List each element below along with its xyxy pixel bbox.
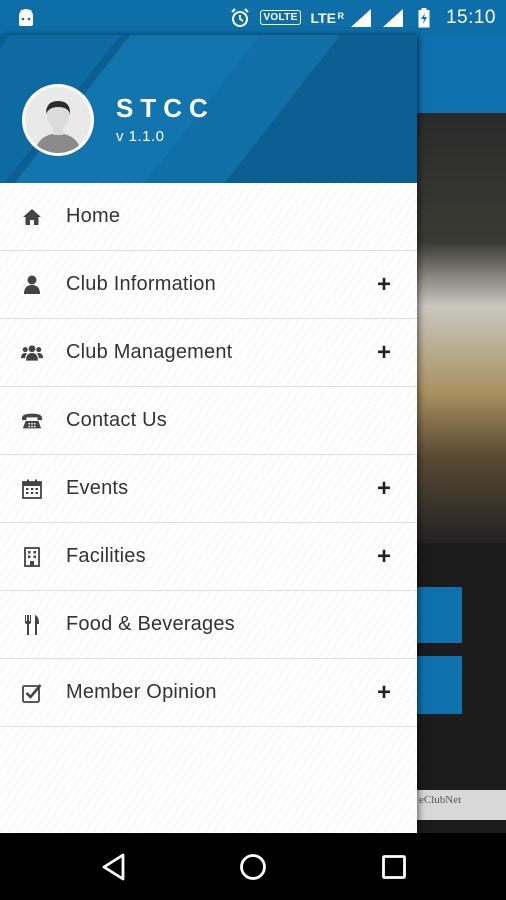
phone-icon [21,410,43,432]
menu-item-label: Events [66,477,129,499]
calendar-icon [21,478,43,500]
checkbox-icon [21,682,43,704]
menu-item-label: Food & Beverages [66,613,235,635]
app-name: STCC [116,93,215,123]
lte-label: LTE [310,9,336,26]
menu-item-food-beverages[interactable]: Food & Beverages [0,591,417,659]
battery-charging-icon [418,7,430,27]
back-icon[interactable] [98,851,130,883]
recents-icon[interactable] [378,851,410,883]
building-icon [21,546,43,568]
drawer-header: STCC v 1.1.0 [0,35,417,183]
expand-icon[interactable]: + [375,680,393,704]
avatar-icon [25,87,91,153]
roaming-label: R [337,10,344,21]
signal-icon [350,8,371,27]
menu-item-label: Contact Us [66,409,167,431]
menu-item-label: Club Information [66,273,216,295]
expand-icon[interactable]: + [375,476,393,500]
user-icon [21,274,43,296]
android-icon [19,9,33,26]
avatar[interactable] [22,84,94,156]
status-bar: VOLTE LTE R 15:10 [0,0,506,35]
clock: 15:10 [445,6,496,28]
navigation-drawer: STCC v 1.1.0 Home Club Information + Clu… [0,35,417,833]
menu-item-label: Club Management [66,341,233,363]
drawer-menu: Home Club Information + Club Management … [0,183,417,727]
background-button-2 [417,656,462,714]
app-version: v 1.1.0 [116,128,165,145]
expand-icon[interactable]: + [375,272,393,296]
background-button-1 [417,587,462,643]
menu-item-club-information[interactable]: Club Information + [0,251,417,319]
home-icon [21,206,43,228]
expand-icon[interactable]: + [375,544,393,568]
footer-logo-text: eClubNet [419,794,462,806]
menu-item-label: Facilities [66,545,146,567]
menu-item-label: Home [66,205,121,227]
signal-icon-2 [382,8,403,27]
system-nav-bar [0,833,506,900]
expand-icon[interactable]: + [375,340,393,364]
menu-item-events[interactable]: Events + [0,455,417,523]
background-header [417,35,506,113]
menu-item-member-opinion[interactable]: Member Opinion + [0,659,417,727]
cutlery-icon [21,614,43,636]
menu-item-facilities[interactable]: Facilities + [0,523,417,591]
menu-item-contact-us[interactable]: Contact Us [0,387,417,455]
lte-indicator: LTE R [310,9,344,26]
menu-item-home[interactable]: Home [0,183,417,251]
home-circle-icon[interactable] [237,851,269,883]
background-photo [417,113,506,543]
alarm-icon [231,7,250,27]
menu-item-club-management[interactable]: Club Management + [0,319,417,387]
background-footer-logo: eClubNet [417,790,506,820]
users-icon [21,342,43,364]
volte-indicator: VOLTE [260,10,301,25]
menu-item-label: Member Opinion [66,681,217,703]
